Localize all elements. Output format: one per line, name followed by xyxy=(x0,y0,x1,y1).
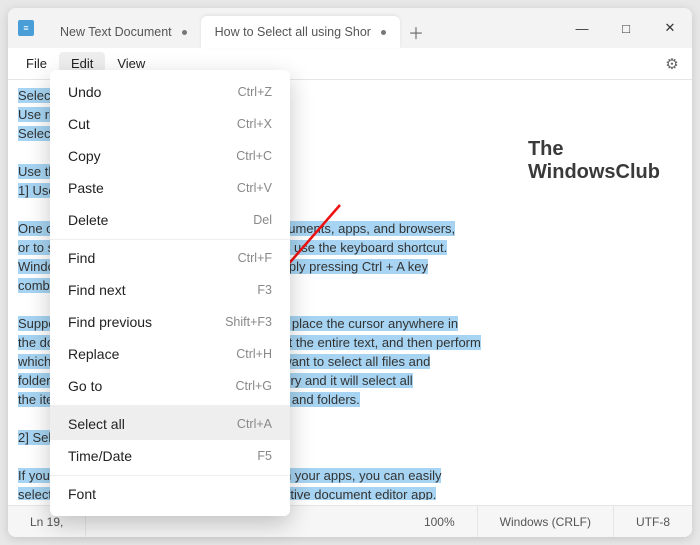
tab-document-1[interactable]: New Text Document xyxy=(46,16,201,48)
menu-item-label: Delete xyxy=(68,212,108,228)
menu-item-label: Find previous xyxy=(68,314,152,330)
tab-label: New Text Document xyxy=(60,25,172,39)
close-button[interactable]: ✕ xyxy=(648,8,692,48)
menu-item-time-date[interactable]: Time/Date F5 xyxy=(50,440,290,472)
menu-item-label: Time/Date xyxy=(68,448,132,464)
settings-button[interactable]: ⚙ xyxy=(658,50,686,78)
notepad-icon: ≡ xyxy=(18,20,34,36)
menu-item-shortcut: Ctrl+C xyxy=(236,149,272,163)
menu-item-find-next[interactable]: Find next F3 xyxy=(50,274,290,306)
menu-item-label: Find xyxy=(68,250,95,266)
modified-dot-icon xyxy=(182,30,187,35)
menu-item-paste[interactable]: Paste Ctrl+V xyxy=(50,172,290,204)
menu-item-label: Font xyxy=(68,486,96,502)
menu-item-shortcut: F5 xyxy=(257,449,272,463)
menu-item-delete[interactable]: Delete Del xyxy=(50,204,290,236)
status-eol[interactable]: Windows (CRLF) xyxy=(478,506,614,537)
menu-item-shortcut: Ctrl+G xyxy=(236,379,272,393)
menu-item-label: Go to xyxy=(68,378,102,394)
gear-icon: ⚙ xyxy=(665,55,678,73)
menu-item-select-all[interactable]: Select all Ctrl+A xyxy=(50,405,290,440)
tab-label: How to Select all using Shor xyxy=(215,25,371,39)
menu-item-replace[interactable]: Replace Ctrl+H xyxy=(50,338,290,370)
status-encoding[interactable]: UTF-8 xyxy=(614,506,692,537)
menu-item-shortcut: F3 xyxy=(257,283,272,297)
menu-item-shortcut: Ctrl+V xyxy=(237,181,272,195)
menu-item-font[interactable]: Font xyxy=(50,475,290,510)
menu-item-shortcut: Ctrl+F xyxy=(238,251,272,265)
menu-item-find[interactable]: Find Ctrl+F xyxy=(50,239,290,274)
titlebar: ≡ New Text Document How to Select all us… xyxy=(8,8,692,48)
menu-item-cut[interactable]: Cut Ctrl+X xyxy=(50,108,290,140)
watermark-logo: The WindowsClub xyxy=(518,134,670,188)
menu-item-shortcut: Ctrl+H xyxy=(236,347,272,361)
menu-item-label: Find next xyxy=(68,282,126,298)
logo-line2: WindowsClub xyxy=(528,161,660,184)
tab-document-2[interactable]: How to Select all using Shor xyxy=(201,16,400,48)
menu-item-undo[interactable]: Undo Ctrl+Z xyxy=(50,76,290,108)
tabs: New Text Document How to Select all usin… xyxy=(34,8,560,48)
menu-item-label: Replace xyxy=(68,346,119,362)
menu-item-find-previous[interactable]: Find previous Shift+F3 xyxy=(50,306,290,338)
minimize-button[interactable]: — xyxy=(560,8,604,48)
menu-item-label: Select all xyxy=(68,416,125,432)
menu-item-copy[interactable]: Copy Ctrl+C xyxy=(50,140,290,172)
maximize-button[interactable]: □ xyxy=(604,8,648,48)
status-zoom[interactable]: 100% xyxy=(402,506,478,537)
menu-item-label: Paste xyxy=(68,180,104,196)
menu-item-shortcut: Shift+F3 xyxy=(225,315,272,329)
menu-item-shortcut: Ctrl+A xyxy=(237,417,272,431)
menu-item-label: Undo xyxy=(68,84,101,100)
menu-item-label: Copy xyxy=(68,148,101,164)
menu-item-shortcut: Ctrl+Z xyxy=(238,85,272,99)
window-controls: — □ ✕ xyxy=(560,8,692,48)
menu-item-label: Cut xyxy=(68,116,90,132)
new-tab-button[interactable]: ＋ xyxy=(400,16,432,48)
menu-item-shortcut: Ctrl+X xyxy=(237,117,272,131)
logo-line1: The xyxy=(528,138,660,161)
menu-item-shortcut: Del xyxy=(253,213,272,227)
edit-menu-dropdown: Undo Ctrl+Z Cut Ctrl+X Copy Ctrl+C Paste Ctrl+V… xyxy=(50,70,290,516)
modified-dot-icon xyxy=(381,30,386,35)
menu-item-go-to[interactable]: Go to Ctrl+G xyxy=(50,370,290,402)
